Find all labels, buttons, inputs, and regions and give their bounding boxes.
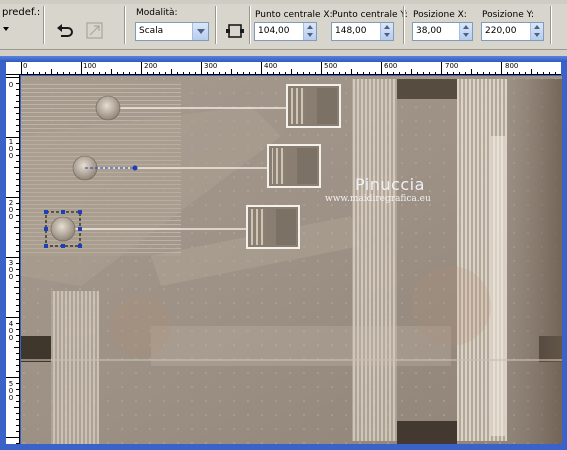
toolbar-top-strip — [0, 0, 567, 4]
ruler-label: 0 — [23, 62, 28, 70]
image-canvas[interactable]: Pinuccia www.maidiregrafica.eu — [21, 76, 562, 444]
toolbar-separator — [124, 6, 126, 44]
canvas-artwork — [21, 76, 562, 444]
ruler-label: 800 — [505, 62, 519, 70]
watermark-url: www.maidiregrafica.eu — [325, 194, 431, 204]
toolbar-separator — [550, 6, 552, 44]
pos-y-value: 220,00 — [485, 26, 517, 36]
ruler-label: 0 — [8, 81, 14, 89]
disabled-transform-icon[interactable] — [84, 20, 106, 42]
spin-arrows-icon[interactable] — [459, 23, 472, 40]
mode-select[interactable]: Scala — [135, 22, 209, 41]
ruler-label: 300 — [204, 62, 218, 70]
preset-dropdown-icon[interactable] — [3, 27, 9, 31]
preset-label: predef.: — [2, 7, 41, 18]
center-y-label: Punto centrale Y: — [332, 10, 408, 20]
mode-label: Modalità: — [136, 8, 178, 18]
ruler-label: 600 — [384, 62, 398, 70]
pos-x-input[interactable]: 38,00 — [412, 22, 473, 41]
pos-x-value: 38,00 — [416, 26, 442, 36]
spin-arrows-icon[interactable] — [380, 23, 393, 40]
toolbar-separator — [403, 6, 405, 44]
ruler-label: 100 — [83, 62, 97, 70]
ruler-label: 700 — [445, 62, 459, 70]
ruler-label: 5 0 0 — [8, 380, 14, 402]
thumbnail-frame — [286, 84, 341, 128]
center-y-value: 148,00 — [335, 26, 367, 36]
toolbar-separator — [43, 6, 45, 44]
horizontal-ruler[interactable]: 0 100 200 300 400 500 600 700 800 — [6, 62, 561, 75]
image-window: 0 100 200 300 400 500 600 700 800 0 1 0 … — [0, 56, 567, 450]
toolbar-separator — [215, 6, 217, 44]
chevron-down-icon[interactable] — [192, 23, 208, 40]
ruler-label: 400 — [264, 62, 278, 70]
ruler-label: 1 0 0 — [8, 138, 14, 160]
spin-arrows-icon[interactable] — [530, 23, 543, 40]
edit-mode-icon[interactable] — [224, 20, 246, 42]
vertical-ruler[interactable]: 0 1 0 0 2 0 0 3 0 0 4 0 0 5 0 0 — [6, 75, 20, 444]
ruler-label: 4 0 0 — [8, 320, 14, 342]
toolbar-separator — [249, 6, 251, 44]
app-root: { "toolbar": { "preset_label": "predef.:… — [0, 0, 567, 450]
center-y-input[interactable]: 148,00 — [331, 22, 394, 41]
pos-x-label: Posizione X: — [413, 10, 467, 20]
ruler-label: 200 — [144, 62, 158, 70]
ruler-label: 2 0 0 — [8, 199, 14, 221]
thumbnail-frame — [246, 205, 300, 249]
center-x-label: Punto centrale X: — [255, 10, 333, 20]
center-x-input[interactable]: 104,00 — [254, 22, 317, 41]
ruler-label: 500 — [324, 62, 338, 70]
reset-arrow-icon[interactable] — [53, 20, 75, 42]
thumbnail-frame — [267, 144, 321, 188]
spin-arrows-icon[interactable] — [303, 23, 316, 40]
watermark-title: Pinuccia — [355, 175, 425, 194]
pos-y-label: Posizione Y: — [482, 10, 534, 20]
pos-y-input[interactable]: 220,00 — [481, 22, 544, 41]
ruler-label: 3 0 0 — [8, 259, 14, 281]
tool-options-bar: predef.: Modalità: Scala Punto centrale … — [0, 0, 567, 50]
mode-select-value: Scala — [139, 26, 164, 36]
center-x-value: 104,00 — [258, 26, 290, 36]
